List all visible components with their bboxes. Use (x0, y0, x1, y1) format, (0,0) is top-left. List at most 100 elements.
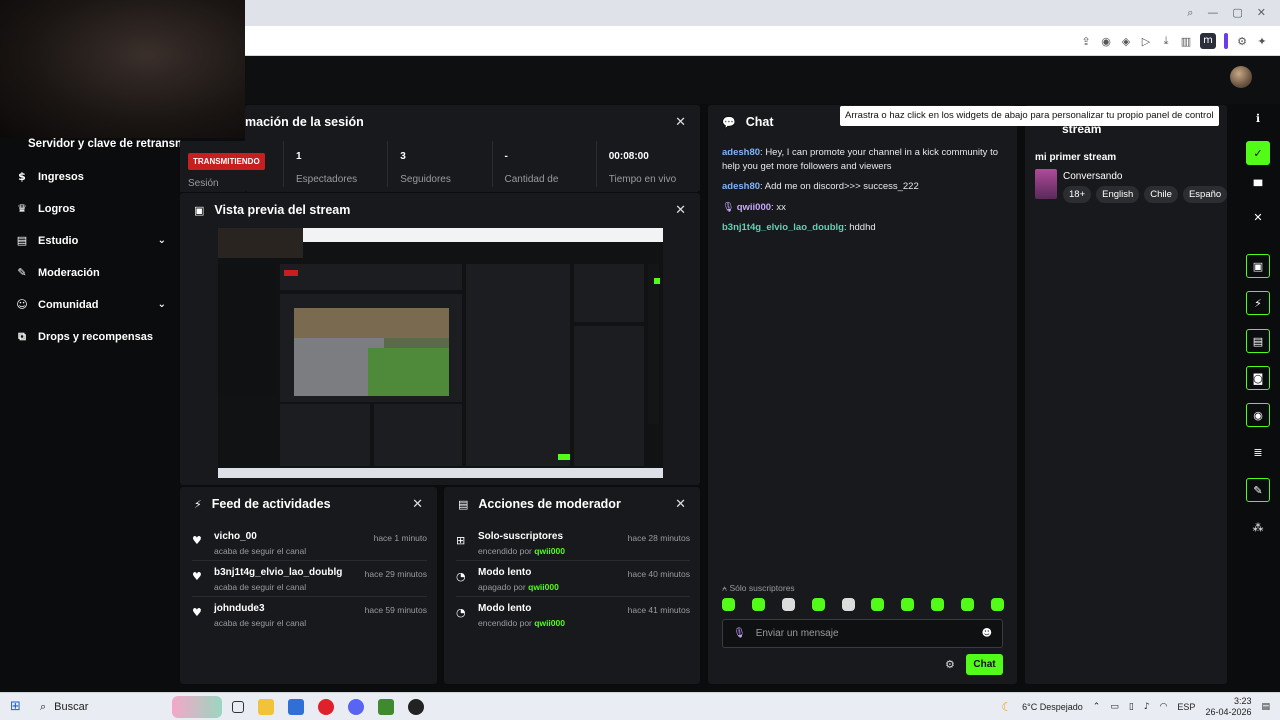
status-badge: TRANSMITIENDO (188, 153, 265, 170)
emote-icon[interactable] (931, 598, 945, 611)
mod-action-item: ◔ Modo lento encendido por qwii000 hace 4… (456, 603, 690, 628)
extension-icon[interactable] (1224, 33, 1228, 49)
play-icon[interactable]: ▷ (1140, 35, 1152, 48)
sidebar-item-ingresos[interactable]: $ Ingresos (16, 170, 166, 183)
opera-icon[interactable] (318, 699, 334, 715)
emote-icon[interactable] (781, 598, 795, 611)
battery-icon[interactable]: ▯ (1129, 702, 1134, 712)
user-avatar[interactable] (1230, 66, 1252, 88)
notifications-icon[interactable]: ▤ (1261, 702, 1270, 712)
mod-action-item: ⊞ Solo-suscriptores encendido por qwii000… (456, 531, 690, 556)
chat-settings-icon[interactable]: ⚙ (945, 658, 955, 671)
emote-bar (722, 598, 1004, 611)
studio-icon: ▤ (16, 234, 28, 247)
search-icon[interactable]: ⌕ (1187, 6, 1193, 20)
store-icon[interactable] (288, 699, 304, 715)
panel-title: Chat (745, 115, 774, 129)
shield-icon[interactable]: ◈ (1120, 35, 1132, 48)
divider (456, 560, 690, 561)
chat-message: 🎙 qwii000: xx (722, 202, 786, 213)
divider (192, 596, 427, 597)
extension-m-icon[interactable]: m (1200, 33, 1216, 49)
minecraft-icon[interactable] (378, 699, 394, 715)
dollar-icon: $ (18, 170, 26, 183)
close-icon[interactable]: ✕ (675, 115, 686, 130)
sidebar-item-comunidad[interactable]: ☺ Comunidad ⌄ (16, 298, 166, 311)
drops-icon[interactable]: ⁂ (1246, 515, 1270, 539)
emoji-icon[interactable]: ☻ (982, 628, 992, 639)
sidebar-item-drops[interactable]: ⧉ Drops y recompensas (16, 330, 166, 344)
settings-icon[interactable]: ⚙ (1236, 35, 1248, 48)
wrench-icon: ✎ (17, 266, 27, 279)
preview-widget-icon[interactable]: ▣ (1246, 254, 1270, 278)
close-icon[interactable]: ✕ (675, 497, 686, 512)
layout-icon[interactable]: ▀ (1246, 174, 1270, 198)
stack-icon[interactable]: ≣ (1246, 440, 1270, 464)
drops-icon: ⧉ (18, 330, 26, 343)
ai-icon[interactable]: ✦ (1256, 35, 1268, 48)
divider (456, 596, 690, 597)
chat-input[interactable]: 🎙 Enviar un mensaje ☻ (722, 619, 1003, 648)
wrench-icon[interactable]: ✎ (1246, 478, 1270, 502)
sidebar-icon[interactable]: ▥ (1180, 35, 1192, 48)
emote-icon[interactable] (751, 598, 765, 611)
file-explorer-icon[interactable] (258, 699, 274, 715)
feed-item: ♥ vicho_00 acaba de seguir el canal hace … (192, 531, 427, 556)
download-icon[interactable]: ⤓ (1160, 34, 1172, 48)
stat-status: TRANSMITIENDO Sesión (180, 141, 283, 189)
emote-icon[interactable] (990, 598, 1004, 611)
sub-only-indicator: ⍲ Sólo suscriptores (722, 583, 795, 593)
maximize-icon[interactable]: ▢ (1232, 6, 1242, 20)
minimize-icon[interactable]: — (1207, 6, 1218, 20)
tag[interactable]: 18+ (1063, 186, 1092, 203)
close-icon[interactable]: ✕ (1246, 205, 1270, 229)
panel-title: Feed de actividades (211, 497, 331, 511)
emote-icon[interactable] (871, 598, 885, 611)
list-icon[interactable]: ▤ (1246, 329, 1270, 353)
sidebar-item-logros[interactable]: ♛ Logros (16, 202, 166, 215)
tooltip: Arrastra o haz click en los widgets de a… (840, 106, 1219, 126)
emote-icon[interactable] (901, 598, 915, 611)
tray-arrow-icon[interactable]: ⌃ (1093, 702, 1101, 712)
stream-preview-image[interactable] (218, 228, 663, 478)
taskbar-apps (232, 699, 424, 715)
tag[interactable]: Chile (1144, 186, 1178, 203)
check-icon[interactable]: ✓ (1246, 141, 1270, 165)
stream-category[interactable]: Conversando (1063, 171, 1122, 182)
windows-start-icon[interactable]: ⊞ (10, 699, 21, 714)
divider (192, 560, 427, 561)
share-icon[interactable]: ⇪ (1080, 35, 1092, 48)
emote-icon[interactable] (841, 598, 855, 611)
obs-icon[interactable] (408, 699, 424, 715)
info-icon[interactable]: ℹ (1246, 106, 1270, 130)
mic-tray-icon[interactable]: ♪ (1144, 702, 1150, 712)
broadcast-icon[interactable]: ◉ (1246, 403, 1270, 427)
lightning-icon[interactable]: ⚡ (1246, 291, 1270, 315)
tag[interactable]: Españo (1182, 186, 1227, 203)
sub-only-icon: ⍲ (722, 583, 728, 593)
activity-feed-panel: ⚡ Feed de actividades ✕ ♥ vicho_00 acaba … (180, 487, 437, 684)
chevron-down-icon: ⌄ (157, 299, 166, 310)
close-icon[interactable]: ✕ (675, 203, 686, 218)
emote-icon[interactable] (961, 598, 974, 611)
send-chat-button[interactable]: Chat (966, 654, 1003, 675)
discord-icon[interactable] (348, 699, 364, 715)
sidebar-item-moderacion[interactable]: ✎ Moderación (16, 266, 166, 279)
emote-icon[interactable] (811, 598, 825, 611)
task-view-icon[interactable] (232, 701, 244, 713)
stat-amount: - Cantidad de (491, 141, 596, 187)
emote-icon[interactable] (722, 598, 735, 611)
sidebar-item-estudio[interactable]: ▤ Estudio ⌄ (16, 234, 166, 247)
sidebar-item-server-key[interactable]: Servidor y clave de retransn (28, 138, 182, 150)
tag[interactable]: English (1096, 186, 1140, 203)
stat-viewers: 1 Espectadores (283, 141, 387, 187)
chat-icon[interactable]: ◙ (1246, 366, 1270, 390)
camera-icon[interactable]: ◉ (1100, 35, 1112, 48)
clock[interactable]: 3:23 26-04-2026 (1205, 696, 1251, 718)
network-icon[interactable]: ▭ (1110, 702, 1119, 712)
close-icon[interactable]: ✕ (412, 497, 423, 512)
sidebar (0, 104, 180, 692)
close-icon[interactable]: ✕ (1257, 6, 1266, 20)
wifi-icon[interactable]: ◠ (1160, 702, 1168, 712)
taskbar-search[interactable]: ⌕ Buscar (40, 700, 88, 714)
